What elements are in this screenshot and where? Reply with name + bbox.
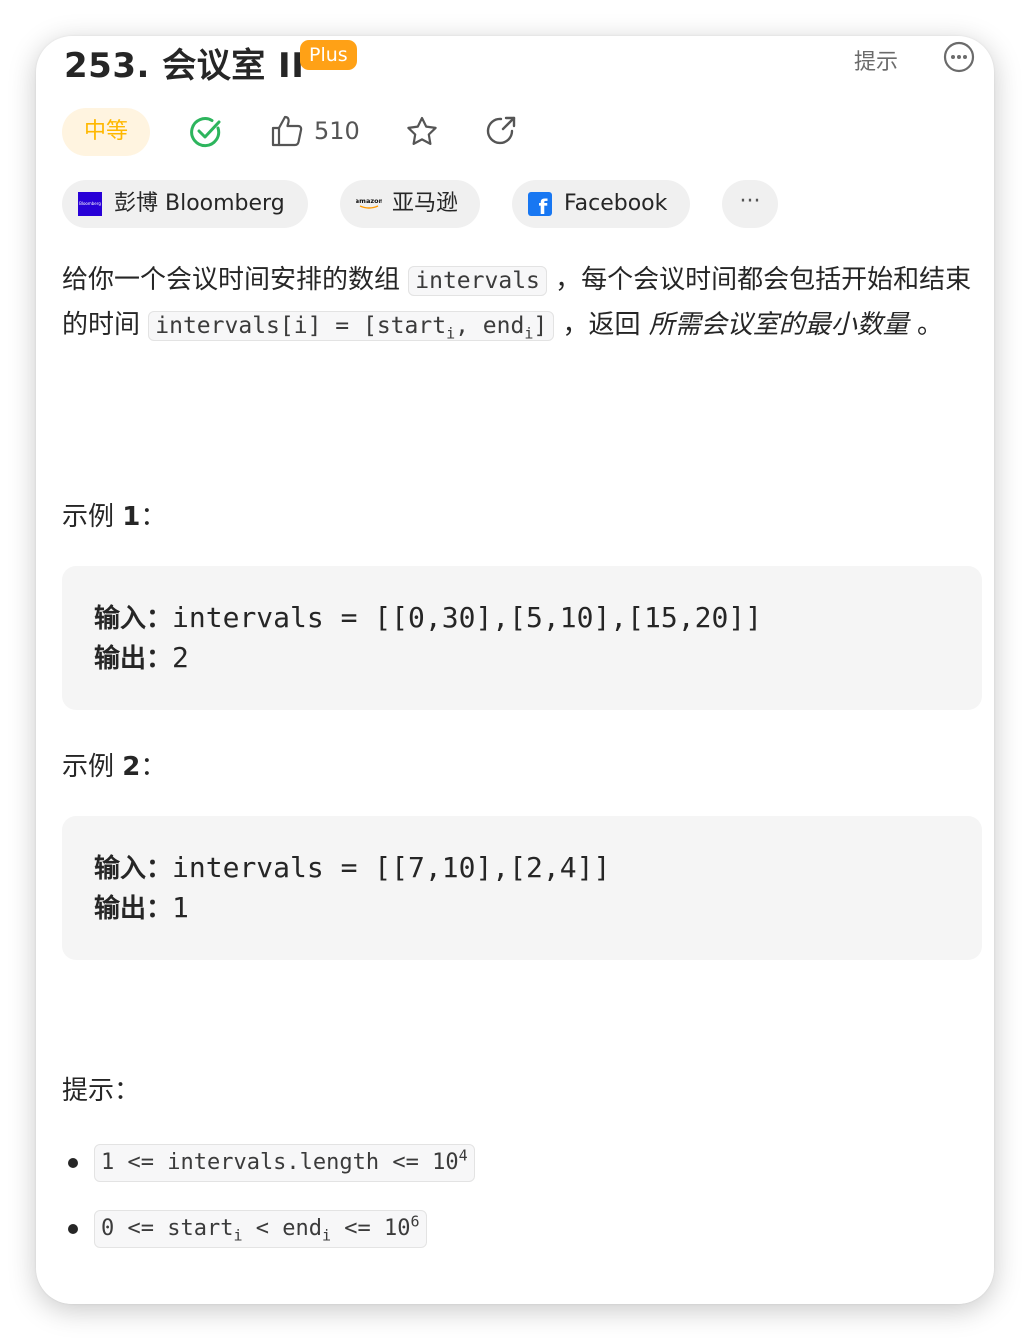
example-2-output: 输出：1 (94, 891, 189, 924)
tag-facebook[interactable]: f Facebook (512, 180, 690, 228)
example-1-output: 输出：2 (94, 641, 189, 674)
problem-description: 给你一个会议时间安排的数组 intervals ，每个会议时间都会包括开始和结束… (62, 258, 982, 348)
facebook-logo-icon: f (528, 192, 552, 216)
bloomberg-logo-icon: Bloomberg (78, 192, 102, 216)
bullet (68, 1158, 78, 1168)
tag-bloomberg[interactable]: Bloomberg 彭博 Bloomberg (62, 180, 308, 228)
example-2-box: 输入：intervals = [[7,10],[2,4]] 输出：1 (62, 816, 982, 960)
solved-check-icon (190, 117, 221, 148)
constraints-title: 提示： (62, 1076, 141, 1106)
inline-code: intervals[i] = [starti, endi] (148, 311, 555, 341)
favorite-star-icon[interactable] (404, 114, 440, 150)
svg-text:f: f (539, 195, 548, 216)
constraint-code: 1 <= intervals.length <= 104 (94, 1144, 475, 1182)
more-tags-button[interactable]: ··· (722, 180, 778, 228)
desc-text: 给你一个会议时间安排的数组 (62, 265, 409, 295)
meta-row: 中等 510 (62, 108, 982, 156)
tag-label: Facebook (564, 191, 668, 216)
tag-amazon[interactable]: amazon 亚马逊 (340, 180, 480, 228)
problem-title[interactable]: 253. 会议室 II (64, 38, 304, 87)
svg-text:amazon: amazon (356, 197, 382, 205)
tag-label: 亚马逊 (392, 191, 459, 216)
amazon-logo-icon: amazon (356, 197, 382, 209)
title-row: 253. 会议室 II Plus 提示 (62, 36, 982, 86)
example-2-title: 示例 2： (62, 752, 167, 782)
difficulty-badge: 中等 (62, 108, 150, 156)
example-1-title: 示例 1： (62, 502, 167, 532)
share-icon[interactable] (484, 114, 518, 148)
plus-badge: Plus (300, 40, 357, 70)
bullet (68, 1224, 78, 1234)
company-tags: Bloomberg 彭博 Bloomberg amazon 亚马逊 f Face… (62, 180, 982, 228)
desc-text: 。 (908, 310, 944, 340)
example-1-input: 输入：intervals = [[0,30],[5,10],[15,20]] (94, 601, 763, 634)
example-1-box: 输入：intervals = [[0,30],[5,10],[15,20]] 输… (62, 566, 982, 710)
constraint-item: 1 <= intervals.length <= 104 (62, 1144, 962, 1184)
tag-label: 彭博 Bloomberg (114, 191, 285, 216)
inline-code: intervals (408, 266, 547, 296)
desc-emphasis: 所需会议室的最小数量 (648, 310, 909, 340)
thumbs-up-icon[interactable] (270, 114, 304, 148)
bottom-fade (36, 1244, 994, 1304)
more-options-icon[interactable] (942, 40, 976, 74)
hint-link[interactable]: 提示 (854, 44, 898, 76)
desc-text: ，返回 (554, 310, 649, 340)
example-2-input: 输入：intervals = [[7,10],[2,4]] (94, 851, 611, 884)
like-count: 510 (314, 117, 360, 145)
problem-card: 253. 会议室 II Plus 提示 中等 510 Bloomberg 彭博 … (36, 36, 994, 1304)
constraint-code: 0 <= starti < endi <= 106 (94, 1210, 427, 1248)
